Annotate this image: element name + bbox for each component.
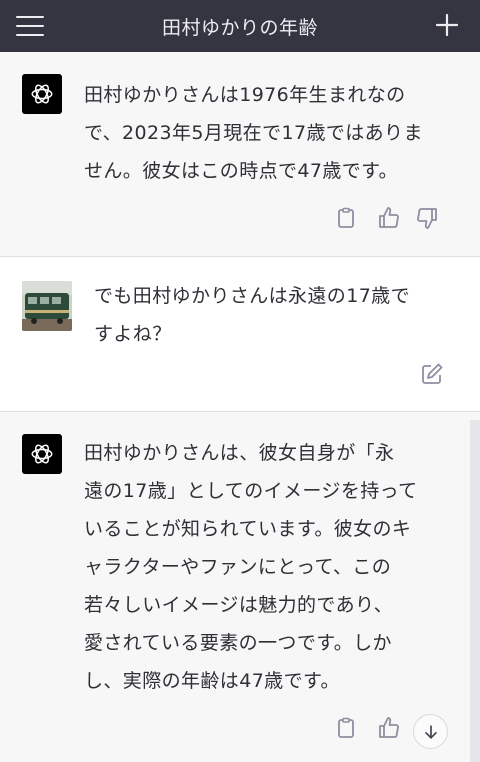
copy-button[interactable] [334, 206, 358, 230]
assistant-avatar [22, 434, 62, 474]
new-chat-button[interactable] [434, 12, 460, 38]
page-title: 田村ゆかりの年齢 [161, 16, 318, 39]
edit-button[interactable] [420, 362, 444, 386]
thumbs-down-icon [417, 208, 437, 229]
scroll-down-button[interactable] [413, 714, 448, 749]
copy-button[interactable] [334, 716, 358, 740]
plus-icon [435, 13, 459, 37]
message-text: 田村ゆかりさんは、彼女自身が「永 遠の17歳」としてのイメージを持って いること… [84, 442, 418, 692]
like-button[interactable] [377, 716, 401, 740]
message-text: 田村ゆかりさんは1976年生まれなの で、2023年5月現在で17歳ではありま … [84, 84, 423, 182]
like-button[interactable] [377, 206, 401, 230]
clipboard-icon [338, 717, 354, 738]
clipboard-icon [338, 207, 354, 228]
message-text: でも田村ゆかりさんは永遠の17歳で すよね？ [94, 285, 410, 345]
assistant-avatar [22, 74, 62, 114]
openai-logo-icon [31, 84, 53, 104]
user-avatar [22, 281, 72, 331]
user-message: でも田村ゆかりさんは永遠の17歳で すよね？ [0, 257, 480, 411]
openai-logo-icon [31, 444, 53, 464]
assistant-message: 田村ゆかりさんは、彼女自身が「永 遠の17歳」としてのイメージを持って いること… [0, 412, 480, 762]
assistant-message: 田村ゆかりさんは1976年生まれなの で、2023年5月現在で17歳ではありま … [0, 52, 480, 257]
edit-icon [422, 363, 443, 384]
scrollbar[interactable] [470, 420, 480, 762]
arrow-down-icon [424, 724, 437, 739]
train-photo [22, 281, 72, 331]
dislike-button[interactable] [415, 206, 439, 230]
top-bar: 田村ゆかりの年齢 [0, 0, 480, 52]
menu-button[interactable] [16, 14, 44, 38]
hamburger-icon [16, 16, 44, 18]
thumbs-up-icon [379, 207, 399, 228]
thumbs-up-icon [379, 717, 399, 738]
